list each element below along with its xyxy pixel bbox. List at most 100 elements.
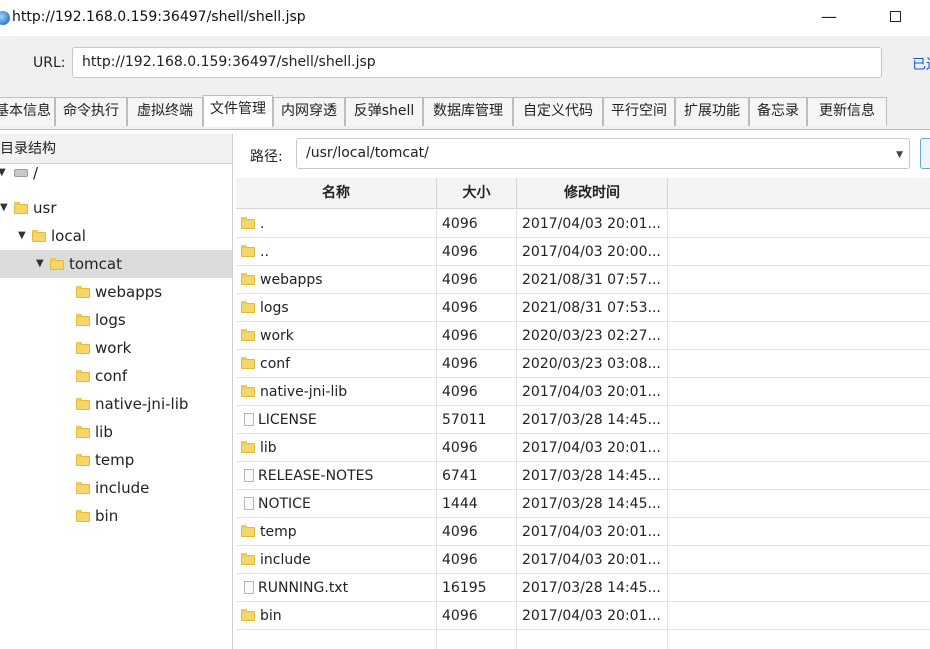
folder-icon <box>241 301 255 313</box>
table-row[interactable]: webapps 4096 2021/08/31 07:57... <box>236 266 930 294</box>
folder-icon <box>76 454 90 466</box>
tree-node[interactable]: ▼ usr <box>0 194 232 222</box>
cell-modified: 2020/03/23 03:08... <box>517 350 668 378</box>
table-row[interactable]: native-jni-lib 4096 2017/04/03 20:01... <box>236 378 930 406</box>
cell-name: lib <box>236 434 437 462</box>
cell-filler <box>668 378 930 406</box>
cell-filler <box>668 350 930 378</box>
table-row[interactable]: RUNNING.txt 16195 2017/03/28 14:45... <box>236 574 930 602</box>
table-row[interactable]: temp 4096 2017/04/03 20:01... <box>236 518 930 546</box>
tree-node[interactable]: ▼ tomcat <box>0 250 232 278</box>
tree-node[interactable]: lib <box>0 418 232 446</box>
tab-8[interactable]: 自定义代码 <box>513 97 603 126</box>
maximize-button[interactable] <box>872 2 918 32</box>
cell-modified: 2017/03/28 14:45... <box>517 574 668 602</box>
path-label: 路径: <box>250 149 283 165</box>
folder-icon <box>32 230 46 242</box>
expand-triangle-icon[interactable]: ▼ <box>0 161 6 185</box>
url-input[interactable]: http://192.168.0.159:36497/shell/shell.j… <box>72 47 882 78</box>
tree-node[interactable]: bin <box>0 502 232 530</box>
app-window: http://192.168.0.159:36497/shell/shell.j… <box>0 0 930 649</box>
table-row[interactable]: bin 4096 2017/04/03 20:01... <box>236 602 930 630</box>
tab-3[interactable]: 虚拟终端 <box>127 97 203 126</box>
cell-name: conf <box>236 350 437 378</box>
folder-icon <box>241 441 255 453</box>
url-label: URL: <box>33 55 66 71</box>
tab-9[interactable]: 平行空间 <box>603 97 675 126</box>
table-row[interactable]: lib 4096 2017/04/03 20:01... <box>236 434 930 462</box>
cell-filler <box>668 574 930 602</box>
expand-triangle-icon[interactable]: ▼ <box>36 250 44 278</box>
table-row[interactable]: LICENSE 57011 2017/03/28 14:45... <box>236 406 930 434</box>
table-row[interactable]: include 4096 2017/04/03 20:01... <box>236 546 930 574</box>
table-row[interactable]: . 4096 2017/04/03 20:01... <box>236 210 930 238</box>
tab-12[interactable]: 更新信息 <box>807 97 887 126</box>
tree-header: 目录结构 <box>0 134 232 164</box>
tree-node-label: native-jni-lib <box>95 395 189 413</box>
cell-size: 4096 <box>437 602 517 630</box>
tab-7[interactable]: 数据库管理 <box>423 97 513 126</box>
tab-6[interactable]: 反弹shell <box>345 97 423 126</box>
cell-modified: 2017/04/03 20:01... <box>517 602 668 630</box>
cell-size: 4096 <box>437 546 517 574</box>
tree-node-label: usr <box>33 199 57 217</box>
file-name: .. <box>260 244 269 260</box>
tab-1[interactable]: 基本信息 <box>0 97 55 126</box>
column-header-filler <box>668 178 930 209</box>
path-go-button[interactable] <box>920 138 930 169</box>
file-icon <box>244 469 254 482</box>
cell-modified: 2017/04/03 20:01... <box>517 378 668 406</box>
expand-triangle-icon[interactable]: ▼ <box>18 222 26 250</box>
expand-triangle-icon[interactable]: ▼ <box>0 194 8 222</box>
cell-name <box>236 630 437 649</box>
tree-node[interactable]: logs <box>0 306 232 334</box>
column-header-modified[interactable]: 修改时间 <box>517 178 668 209</box>
cell-modified: 2017/04/03 20:01... <box>517 518 668 546</box>
folder-icon <box>76 510 90 522</box>
tab-5[interactable]: 内网穿透 <box>273 97 345 126</box>
cell-name: .. <box>236 238 437 266</box>
cell-filler <box>668 546 930 574</box>
table-row[interactable]: RELEASE-NOTES 6741 2017/03/28 14:45... <box>236 462 930 490</box>
cell-size: 16195 <box>437 574 517 602</box>
column-header-name[interactable]: 名称 <box>236 178 437 209</box>
cell-name: . <box>236 210 437 238</box>
path-combobox[interactable]: /usr/local/tomcat/ ▼ <box>296 138 910 169</box>
cell-size: 6741 <box>437 462 517 490</box>
tab-4[interactable]: 文件管理 <box>203 95 273 127</box>
cell-modified: 2017/04/03 20:00... <box>517 238 668 266</box>
file-name: RUNNING.txt <box>258 580 349 596</box>
tree-node[interactable]: conf <box>0 362 232 390</box>
tree-node-label: tomcat <box>69 255 122 273</box>
tab-10[interactable]: 扩展功能 <box>675 97 749 126</box>
table-row[interactable]: work 4096 2020/03/23 02:27... <box>236 322 930 350</box>
folder-icon <box>76 286 90 298</box>
table-row[interactable]: logs 4096 2021/08/31 07:53... <box>236 294 930 322</box>
folder-icon <box>76 482 90 494</box>
table-row[interactable]: conf 4096 2020/03/23 03:08... <box>236 350 930 378</box>
tree-node[interactable]: ▼ local <box>0 222 232 250</box>
tree-node[interactable]: native-jni-lib <box>0 390 232 418</box>
folder-icon <box>241 273 255 285</box>
cell-size: 1444 <box>437 490 517 518</box>
tree-node[interactable]: webapps <box>0 278 232 306</box>
cell-modified: 2017/03/28 14:45... <box>517 462 668 490</box>
folder-icon <box>241 329 255 341</box>
tree-node[interactable]: work <box>0 334 232 362</box>
table-row[interactable]: NOTICE 1444 2017/03/28 14:45... <box>236 490 930 518</box>
path-value: /usr/local/tomcat/ <box>306 145 429 161</box>
tree-node[interactable]: temp <box>0 446 232 474</box>
cell-name: RELEASE-NOTES <box>236 462 437 490</box>
cell-size: 4096 <box>437 322 517 350</box>
tree-node[interactable]: include <box>0 474 232 502</box>
minimize-button[interactable]: — <box>806 2 852 32</box>
cell-modified: 2017/03/28 14:45... <box>517 406 668 434</box>
tree-node[interactable]: ▼ / <box>0 161 232 185</box>
table-row[interactable]: .. 4096 2017/04/03 20:00... <box>236 238 930 266</box>
table-row <box>236 630 930 649</box>
tab-2[interactable]: 命令执行 <box>55 97 127 126</box>
tree-node-label: bin <box>95 507 119 525</box>
tab-11[interactable]: 备忘录 <box>749 97 807 126</box>
chevron-down-icon[interactable]: ▼ <box>896 150 903 160</box>
column-header-size[interactable]: 大小 <box>437 178 517 209</box>
